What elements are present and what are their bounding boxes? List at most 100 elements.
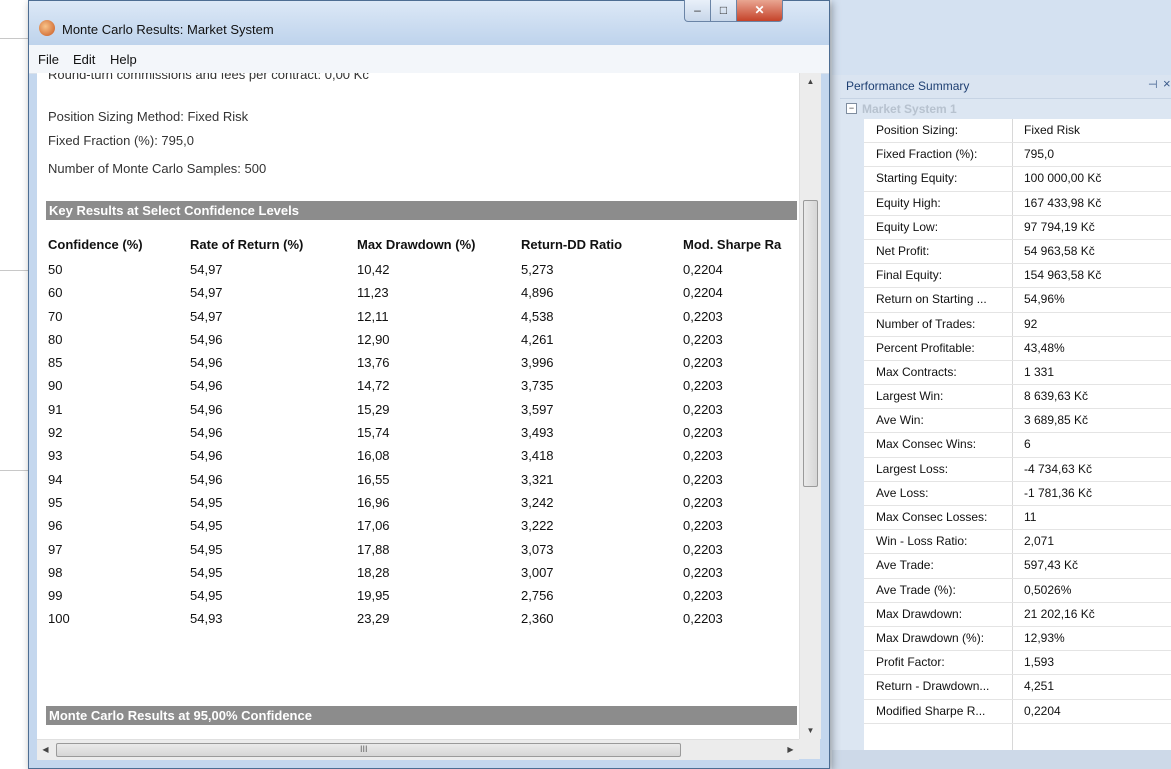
property-row[interactable]: Ave Trade (%): 0,5026% <box>864 579 1171 603</box>
property-row[interactable]: Max Consec Wins: 6 <box>864 433 1171 458</box>
table-cell: 98 <box>48 564 63 580</box>
property-label: Ave Trade: <box>876 558 934 573</box>
property-row[interactable]: Max Consec Losses: 11 <box>864 506 1171 531</box>
window-titlebar[interactable]: Monte Carlo Results: Market System – □ ✕ <box>29 0 829 45</box>
property-row[interactable]: Final Equity: 154 963,58 Kč <box>864 264 1171 289</box>
maximize-button[interactable]: □ <box>710 0 737 22</box>
table-row: 95 54,95 16,96 3,242 0,2203 <box>48 492 799 515</box>
table-cell: 19,95 <box>357 588 390 604</box>
horizontal-scrollbar[interactable]: ◀ III ▶ <box>37 739 799 760</box>
vertical-scroll-thumb[interactable] <box>803 200 818 487</box>
property-row[interactable]: Position Sizing: Fixed Risk <box>864 119 1171 144</box>
performance-summary-panel: Performance Summary ⊣ × − Market System … <box>832 0 1171 769</box>
column-header: Rate of Return (%) <box>190 237 304 252</box>
property-label: Profit Factor: <box>876 655 945 670</box>
property-label: Ave Loss: <box>876 485 929 500</box>
table-cell: 54,95 <box>190 588 223 604</box>
table-cell: 0,2203 <box>683 588 723 604</box>
property-row[interactable]: Equity High: 167 433,98 Kč <box>864 192 1171 216</box>
table-cell: 93 <box>48 448 63 464</box>
panel-title: Performance Summary <box>846 79 970 93</box>
table-cell: 3,073 <box>521 541 554 557</box>
table-cell: 90 <box>48 378 63 394</box>
property-value: 97 794,19 Kč <box>1024 219 1095 234</box>
property-value: 1 331 <box>1024 364 1055 379</box>
report-cut-off-line: Round-turn commissions and fees per cont… <box>48 73 369 82</box>
minimize-button[interactable]: – <box>684 0 711 22</box>
property-row[interactable]: Fixed Fraction (%): 795,0 <box>864 143 1171 168</box>
menu-bar: File Edit Help <box>29 45 829 74</box>
table-cell: 0,2203 <box>683 355 723 371</box>
property-value: 2,071 <box>1024 534 1055 549</box>
property-row[interactable]: Ave Loss: -1 781,36 Kč <box>864 482 1171 506</box>
property-row[interactable]: Ave Win: 3 689,85 Kč <box>864 409 1171 434</box>
property-row[interactable]: Max Drawdown (%): 12,93% <box>864 627 1171 652</box>
table-row: 96 54,95 17,06 3,222 0,2203 <box>48 515 799 538</box>
table-cell: 54,95 <box>190 518 223 534</box>
property-label: Ave Trade (%): <box>876 582 956 597</box>
property-label: Largest Win: <box>876 389 944 404</box>
table-row: 85 54,96 13,76 3,996 0,2203 <box>48 352 799 375</box>
table-cell: 3,735 <box>521 378 554 394</box>
property-row[interactable]: Percent Profitable: 43,48% <box>864 337 1171 361</box>
table-cell: 3,321 <box>521 471 554 487</box>
property-value: 0,2204 <box>1024 703 1061 718</box>
property-label: Percent Profitable: <box>876 340 975 355</box>
property-value: Fixed Risk <box>1024 123 1081 137</box>
property-row[interactable]: Max Contracts: 1 331 <box>864 361 1171 386</box>
menu-edit[interactable]: Edit <box>73 52 95 67</box>
property-row[interactable]: Return on Starting ... 54,96% <box>864 288 1171 313</box>
table-cell: 0,2203 <box>683 564 723 580</box>
horizontal-scroll-thumb[interactable]: III <box>56 743 681 757</box>
table-cell: 0,2203 <box>683 425 723 441</box>
pin-icon[interactable]: ⊣ <box>1148 78 1158 91</box>
column-header: Mod. Sharpe Ra <box>683 237 782 252</box>
property-value: 0,5026% <box>1024 582 1072 597</box>
size-grip[interactable] <box>799 739 820 759</box>
vertical-scrollbar[interactable]: ▲ ▼ <box>799 73 821 739</box>
chart-gridline <box>0 470 30 471</box>
menu-help[interactable]: Help <box>110 52 137 67</box>
property-group-header[interactable]: − Market System 1 <box>840 99 1171 119</box>
table-cell: 54,95 <box>190 541 223 557</box>
property-row[interactable]: Largest Loss: -4 734,63 Kč <box>864 458 1171 482</box>
property-row[interactable]: Modified Sharpe R... 0,2204 <box>864 700 1171 724</box>
table-cell: 3,493 <box>521 425 554 441</box>
table-row: 70 54,97 12,11 4,538 0,2203 <box>48 306 799 329</box>
property-row[interactable]: Starting Equity: 100 000,00 Kč <box>864 167 1171 192</box>
property-label: Max Consec Wins: <box>876 437 977 452</box>
property-row[interactable]: Equity Low: 97 794,19 Kč <box>864 216 1171 240</box>
property-row[interactable]: Max Drawdown: 21 202,16 Kč <box>864 603 1171 627</box>
scroll-down-icon[interactable]: ▼ <box>800 722 821 739</box>
scroll-right-icon[interactable]: ▶ <box>782 740 799 760</box>
property-value: 12,93% <box>1024 630 1065 645</box>
table-cell: 2,360 <box>521 611 554 627</box>
collapse-icon[interactable]: − <box>846 103 857 114</box>
property-row[interactable]: Net Profit: 54 963,58 Kč <box>864 240 1171 265</box>
menu-file[interactable]: File <box>38 52 59 67</box>
property-row[interactable]: Ave Trade: 597,43 Kč <box>864 554 1171 579</box>
scroll-left-icon[interactable]: ◀ <box>37 740 54 760</box>
table-cell: 17,88 <box>357 541 390 557</box>
table-cell: 16,96 <box>357 494 390 510</box>
property-label: Fixed Fraction (%): <box>876 147 978 162</box>
close-button[interactable]: ✕ <box>736 0 783 22</box>
property-label: Max Drawdown (%): <box>876 630 985 645</box>
property-row[interactable]: Number of Trades: 92 <box>864 313 1171 337</box>
property-label: Equity High: <box>876 195 941 210</box>
table-cell: 12,90 <box>357 331 390 347</box>
property-row[interactable]: Profit Factor: 1,593 <box>864 651 1171 676</box>
property-row[interactable]: Win - Loss Ratio: 2,071 <box>864 530 1171 555</box>
table-cell: 60 <box>48 285 63 301</box>
table-row: 91 54,96 15,29 3,597 0,2203 <box>48 399 799 422</box>
table-row: 99 54,95 19,95 2,756 0,2203 <box>48 585 799 608</box>
table-cell: 54,97 <box>190 262 223 277</box>
property-row[interactable]: Return - Drawdown... 4,251 <box>864 675 1171 700</box>
close-icon[interactable]: × <box>1163 76 1171 91</box>
property-label: Starting Equity: <box>876 171 958 186</box>
property-label: Largest Loss: <box>876 461 949 476</box>
scroll-up-icon[interactable]: ▲ <box>800 73 821 90</box>
table-cell: 54,96 <box>190 448 223 464</box>
property-row[interactable]: Largest Win: 8 639,63 Kč <box>864 385 1171 410</box>
property-grid-indent <box>840 119 864 751</box>
